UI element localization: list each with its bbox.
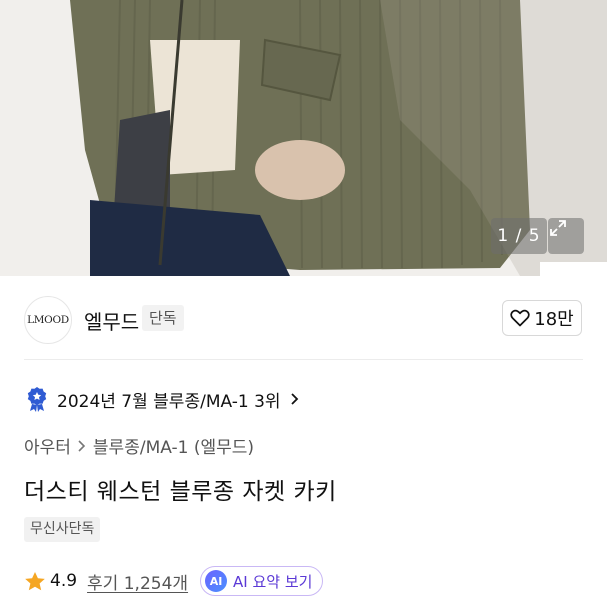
- ai-summary-label: AI 요약 보기: [233, 572, 313, 591]
- review-count-link[interactable]: 후기 1,254개: [87, 569, 188, 594]
- rating-score: 4.9: [50, 571, 78, 591]
- star-icon: [25, 571, 45, 590]
- breadcrumb: 아우터 블루종/MA-1 (엘무드): [24, 433, 254, 458]
- ranking-medal-icon: [27, 387, 47, 412]
- brand-logo[interactable]: LMOOD: [24, 296, 72, 344]
- ai-summary-button[interactable]: AI AI 요약 보기: [200, 566, 324, 596]
- product-image[interactable]: 1 / 5: [0, 0, 607, 276]
- brand-row: LMOOD 엘무드 단독 18만: [0, 276, 607, 360]
- heart-icon: [510, 309, 530, 327]
- like-count: 18만: [534, 309, 574, 330]
- chevron-right-icon: [78, 439, 86, 452]
- ranking-text: 2024년 7월 블루종/MA-1 3위: [57, 391, 281, 412]
- rating-row: 4.9 후기 1,254개 AI AI 요약 보기: [24, 565, 324, 597]
- breadcrumb-item-category[interactable]: 블루종/MA-1 (엘무드): [93, 433, 254, 458]
- ranking-link[interactable]: 2024년 7월 블루종/MA-1 3위: [26, 384, 300, 414]
- breadcrumb-item-outer[interactable]: 아우터: [24, 433, 71, 458]
- chevron-right-icon: [290, 393, 298, 405]
- expand-button[interactable]: [548, 218, 584, 254]
- brand-name[interactable]: 엘무드: [84, 306, 139, 335]
- exclusive-badge: 단독: [142, 305, 184, 331]
- product-title: 더스티 웨스턴 블루종 자켓 카키: [24, 479, 337, 505]
- image-counter: 1 / 5: [491, 218, 547, 254]
- ai-icon: AI: [205, 570, 228, 592]
- musinsa-exclusive-tag: 무신사단독: [24, 517, 101, 542]
- expand-icon: [550, 220, 566, 236]
- like-button[interactable]: 18만: [502, 300, 582, 336]
- divider: [24, 359, 583, 360]
